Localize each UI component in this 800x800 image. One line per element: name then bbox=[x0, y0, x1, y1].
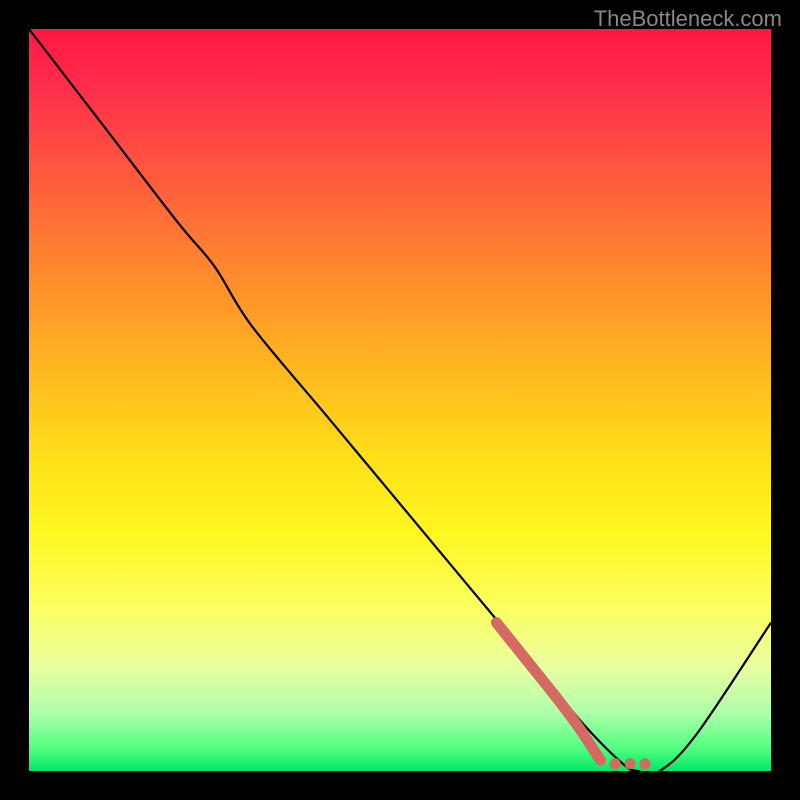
chart-svg bbox=[29, 29, 771, 771]
chart-area bbox=[29, 29, 771, 771]
main-curve bbox=[29, 29, 771, 771]
watermark-text: TheBottleneck.com bbox=[594, 6, 782, 32]
highlight-segment bbox=[496, 623, 650, 769]
